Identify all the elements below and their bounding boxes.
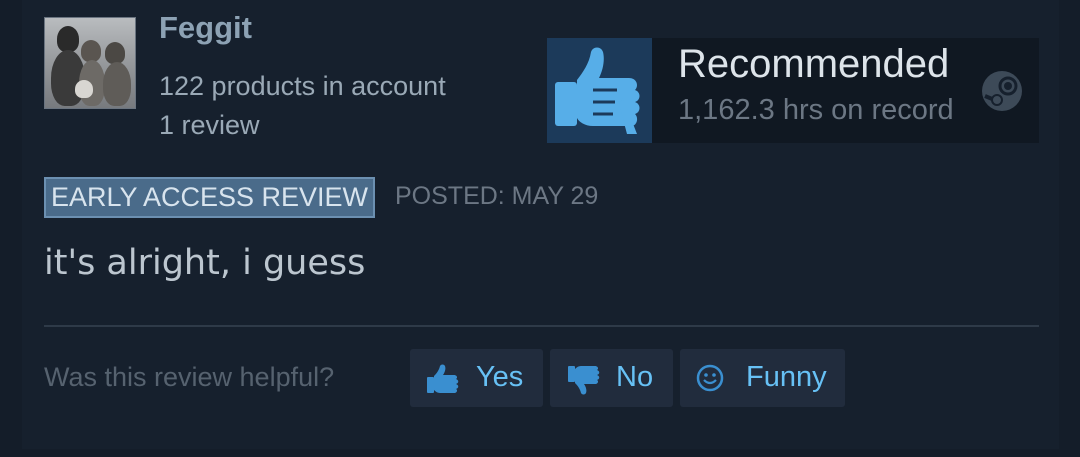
smiley-icon — [696, 364, 724, 392]
steam-icon — [982, 71, 1022, 111]
posted-date: POSTED: MAY 29 — [395, 182, 599, 210]
helpful-question: Was this review helpful? — [44, 362, 335, 392]
vote-funny-label: Funny — [746, 361, 827, 393]
thumbs-down-icon — [568, 366, 600, 395]
vote-no-button[interactable]: No — [550, 349, 673, 407]
author-name[interactable]: Feggit — [159, 10, 252, 46]
vote-funny-button[interactable]: Funny — [680, 349, 845, 407]
thumbs-up-icon — [427, 364, 459, 393]
review-card: Feggit 122 products in account 1 review … — [22, 0, 1059, 449]
hours-on-record: 1,162.3 hrs on record — [678, 94, 954, 126]
products-count[interactable]: 122 products in account — [159, 71, 446, 102]
reviews-count[interactable]: 1 review — [159, 110, 260, 141]
review-body: it's alright, i guess — [44, 243, 366, 283]
recommended-label: Recommended — [678, 42, 950, 86]
avatar[interactable] — [44, 17, 136, 109]
early-access-badge: EARLY ACCESS REVIEW — [44, 177, 375, 218]
vote-no-label: No — [616, 361, 654, 393]
vote-yes-label: Yes — [476, 361, 524, 393]
divider — [44, 325, 1039, 327]
vote-yes-button[interactable]: Yes — [410, 349, 543, 407]
thumbs-up-icon — [547, 38, 652, 143]
recommendation-box[interactable]: Recommended 1,162.3 hrs on record — [547, 38, 1039, 143]
